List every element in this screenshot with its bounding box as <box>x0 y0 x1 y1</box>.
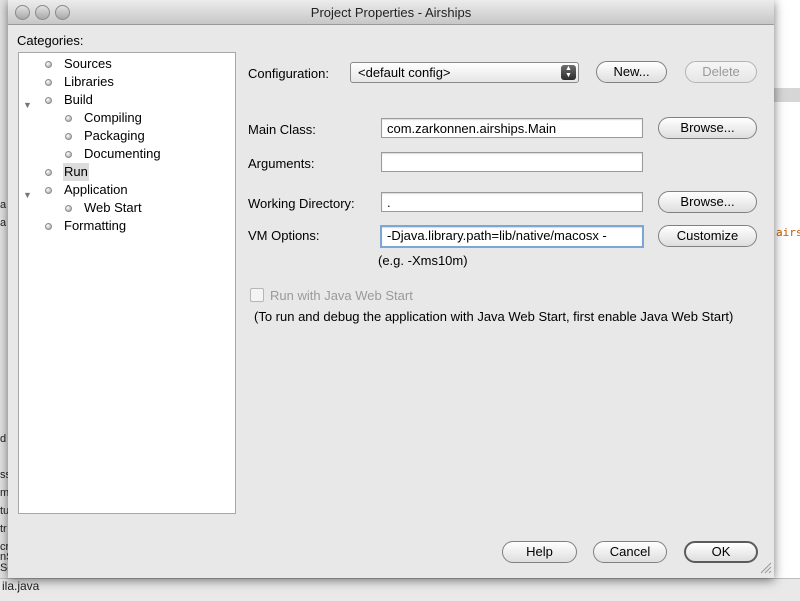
configuration-value: <default config> <box>358 65 451 80</box>
tree-item-label: Compiling <box>84 110 142 125</box>
delete-config-button[interactable]: Delete <box>685 61 757 83</box>
bullet-icon <box>45 61 52 68</box>
resize-grip-icon[interactable] <box>760 562 772 574</box>
background-text: a <box>0 199 7 211</box>
background-text: d <box>0 433 7 445</box>
disclosure-triangle-icon[interactable]: ▼ <box>23 186 32 204</box>
background-ide-bottom: ila.java <box>0 578 800 601</box>
window-title: Project Properties - Airships <box>310 5 472 20</box>
vm-options-label: VM Options: <box>248 228 320 243</box>
tree-item-label: Packaging <box>84 128 145 143</box>
bullet-icon <box>65 115 72 122</box>
tree-item-label: Build <box>64 92 93 107</box>
tree-item-label: Libraries <box>64 74 114 89</box>
main-class-field[interactable]: com.zarkonnen.airships.Main <box>381 118 643 138</box>
browse-working-directory-button[interactable]: Browse... <box>658 191 757 213</box>
cancel-button[interactable]: Cancel <box>593 541 667 563</box>
tree-item-label: Sources <box>64 56 112 71</box>
background-toolbar-strip <box>774 88 800 102</box>
bullet-icon <box>65 133 72 140</box>
bullet-icon <box>45 79 52 86</box>
tree-item-label: Formatting <box>64 218 127 233</box>
bullet-icon <box>45 169 52 176</box>
bullet-icon <box>45 223 52 230</box>
help-button[interactable]: Help <box>502 541 577 563</box>
tree-item-label: Documenting <box>84 146 161 161</box>
working-directory-field[interactable]: . <box>381 192 643 212</box>
vm-options-field[interactable]: -Djava.library.path=lib/native/macosx - <box>380 225 644 248</box>
background-text: tr <box>0 523 7 535</box>
vm-options-hint: (e.g. -Xms10m) <box>378 253 468 268</box>
background-ide-right-edge: airs <box>774 0 800 600</box>
background-text: a <box>0 217 7 229</box>
ok-button[interactable]: OK <box>684 541 758 563</box>
web-start-note: (To run and debug the application with J… <box>254 309 734 324</box>
arguments-label: Arguments: <box>248 156 315 171</box>
main-class-label: Main Class: <box>248 122 316 137</box>
tree-item-label: Web Start <box>84 200 142 215</box>
disclosure-triangle-icon[interactable]: ▼ <box>23 96 32 114</box>
bullet-icon <box>65 151 72 158</box>
configuration-select[interactable]: <default config> ▲ ▼ <box>350 62 579 83</box>
background-file-tab: ila.java <box>2 579 40 593</box>
run-with-web-start-checkbox[interactable] <box>250 288 264 302</box>
working-directory-label: Working Directory: <box>248 196 355 211</box>
new-config-button[interactable]: New... <box>596 61 667 83</box>
browse-main-class-button[interactable]: Browse... <box>658 117 757 139</box>
background-ide-left-edge: a a d ss m tu tr cr nS So <box>0 0 13 600</box>
categories-label: Categories: <box>17 33 84 48</box>
tree-item-label: Run <box>63 163 89 181</box>
background-code-text: airs <box>776 226 800 239</box>
configuration-label: Configuration: <box>248 66 329 81</box>
bullet-icon <box>45 97 52 104</box>
title-bar[interactable]: Project Properties - Airships <box>8 0 774 25</box>
bullet-icon <box>65 205 72 212</box>
arguments-field[interactable] <box>381 152 643 172</box>
updown-arrows-icon: ▲ ▼ <box>561 65 576 80</box>
project-properties-dialog: Project Properties - Airships Categories… <box>8 0 774 578</box>
customize-button[interactable]: Customize <box>658 225 757 247</box>
tree-item-label: Application <box>64 182 128 197</box>
bullet-icon <box>45 187 52 194</box>
categories-tree[interactable]: Sources Libraries ▼ Build Compiling Pack… <box>18 52 236 514</box>
run-with-web-start-label: Run with Java Web Start <box>270 288 413 303</box>
